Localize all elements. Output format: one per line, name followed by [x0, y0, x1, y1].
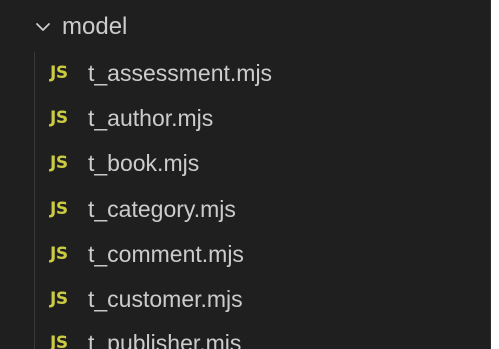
file-item[interactable]: JS t_publisher.mjs [0, 320, 490, 349]
file-label: t_category.mjs [88, 195, 236, 222]
file-item[interactable]: JS t_customer.mjs [0, 276, 490, 322]
file-explorer: model JS t_assessment.mjs JS t_author.mj… [0, 0, 499, 349]
javascript-file-icon: JS [50, 152, 68, 173]
chevron-down-icon[interactable] [32, 16, 54, 38]
file-item[interactable]: JS t_book.mjs [0, 140, 490, 186]
file-label: t_author.mjs [88, 104, 214, 131]
folder-label: model [62, 13, 128, 40]
javascript-file-icon: JS [50, 107, 68, 128]
file-label: t_comment.mjs [88, 240, 244, 267]
javascript-file-icon: JS [50, 62, 68, 83]
javascript-file-icon: JS [50, 198, 68, 219]
javascript-file-icon: JS [50, 288, 68, 309]
javascript-file-icon: JS [50, 332, 68, 349]
file-item[interactable]: JS t_assessment.mjs [0, 50, 490, 96]
file-label: t_assessment.mjs [88, 59, 273, 86]
file-label: t_customer.mjs [88, 285, 243, 312]
explorer-panel: model JS t_assessment.mjs JS t_author.mj… [0, 0, 491, 349]
folder-row-model[interactable]: model [0, 4, 490, 50]
file-item[interactable]: JS t_category.mjs [0, 186, 490, 232]
file-label: t_book.mjs [88, 149, 200, 176]
file-item[interactable]: JS t_comment.mjs [0, 231, 490, 277]
javascript-file-icon: JS [50, 243, 68, 264]
file-label: t_publisher.mjs [88, 329, 242, 349]
file-item[interactable]: JS t_author.mjs [0, 95, 490, 141]
